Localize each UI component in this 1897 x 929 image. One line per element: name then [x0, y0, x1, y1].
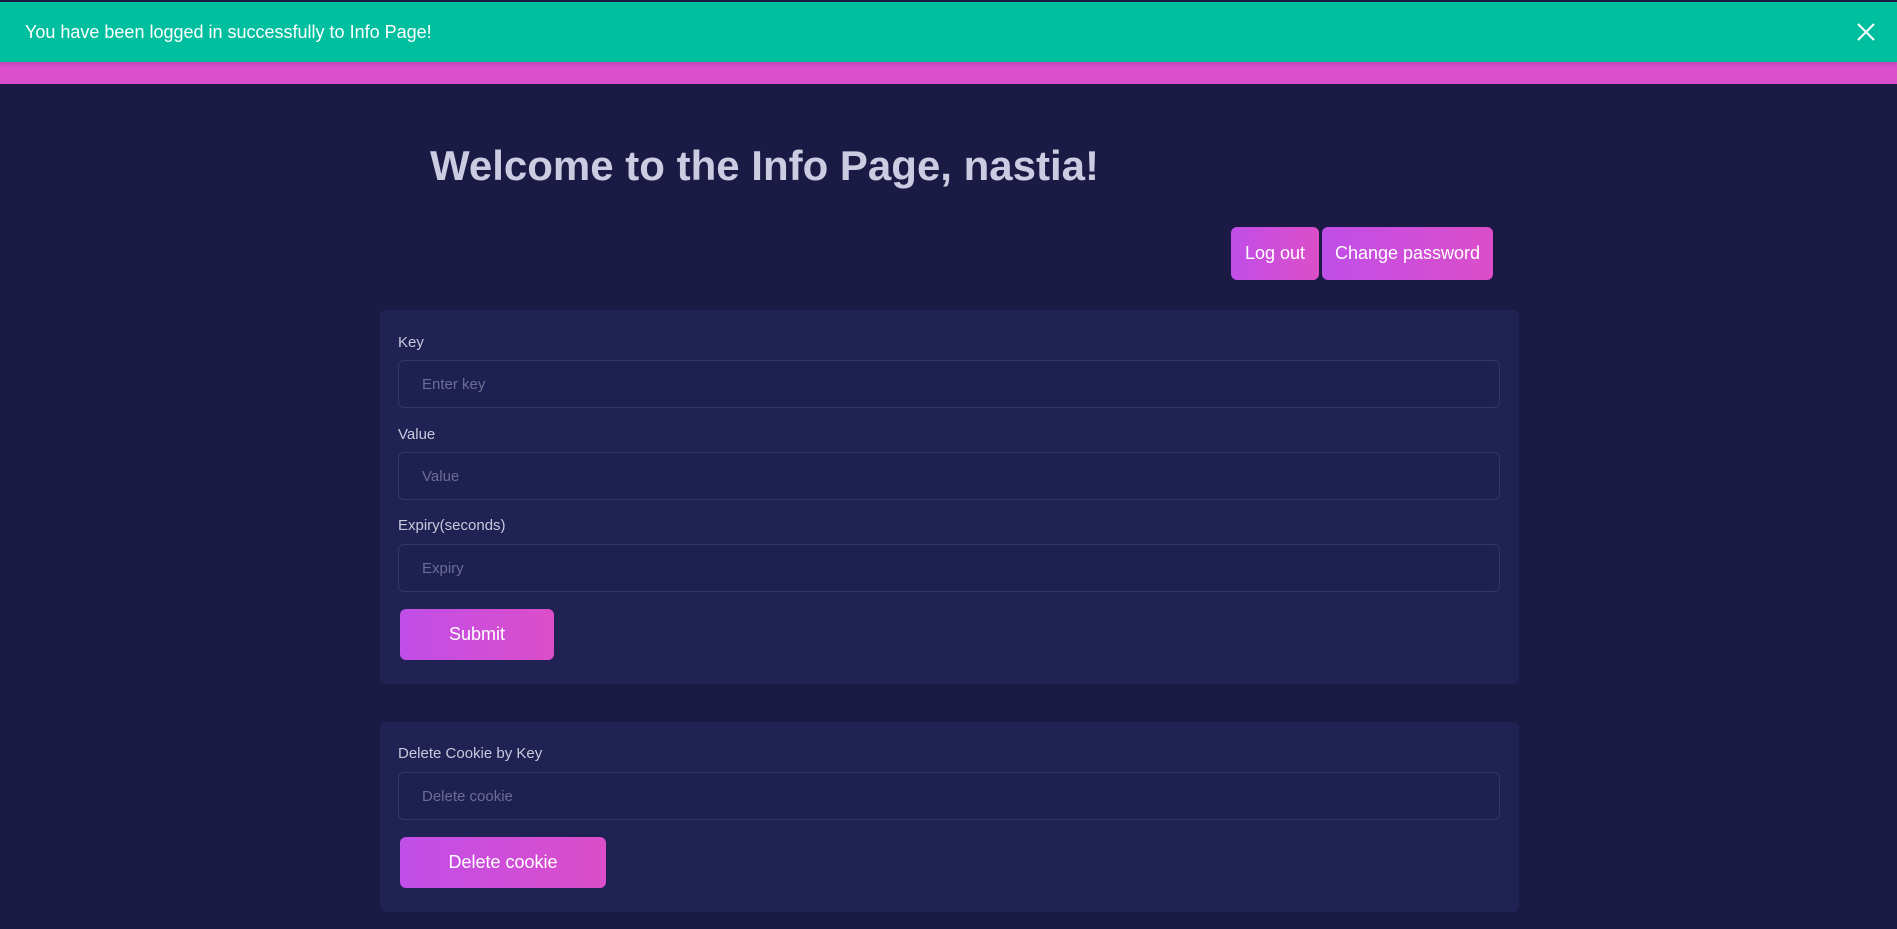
- delete-field-wrapper: [398, 772, 1500, 820]
- delete-cookie-label: Delete Cookie by Key: [398, 745, 543, 762]
- key-field-wrapper: [398, 360, 1500, 408]
- delete-cookie-input[interactable]: [422, 787, 1499, 805]
- delete-cookie-button[interactable]: Delete cookie: [400, 837, 606, 888]
- value-label: Value: [398, 426, 436, 443]
- value-field-wrapper: [398, 452, 1500, 500]
- success-toast: You have been logged in successfully to …: [0, 2, 1897, 62]
- page-title: Welcome to the Info Page, nastia!: [430, 142, 1100, 189]
- toast-message: You have been logged in successfully to …: [25, 21, 432, 42]
- submit-button[interactable]: Submit: [400, 609, 554, 660]
- expiry-field-wrapper: [398, 544, 1500, 592]
- change-password-button[interactable]: Change password: [1322, 227, 1493, 280]
- expiry-label: Expiry(seconds): [398, 517, 506, 534]
- cookie-form-card: Key Value Expiry(seconds) Submit: [380, 310, 1519, 684]
- key-input[interactable]: [422, 375, 1499, 393]
- key-label: Key: [398, 334, 424, 351]
- logout-button[interactable]: Log out: [1231, 227, 1319, 280]
- info-page: You have been logged in successfully to …: [0, 0, 1897, 929]
- delete-cookie-card: Delete Cookie by Key Delete cookie: [380, 722, 1519, 912]
- value-input[interactable]: [422, 467, 1499, 485]
- expiry-input[interactable]: [422, 559, 1499, 577]
- close-icon[interactable]: [1855, 21, 1877, 43]
